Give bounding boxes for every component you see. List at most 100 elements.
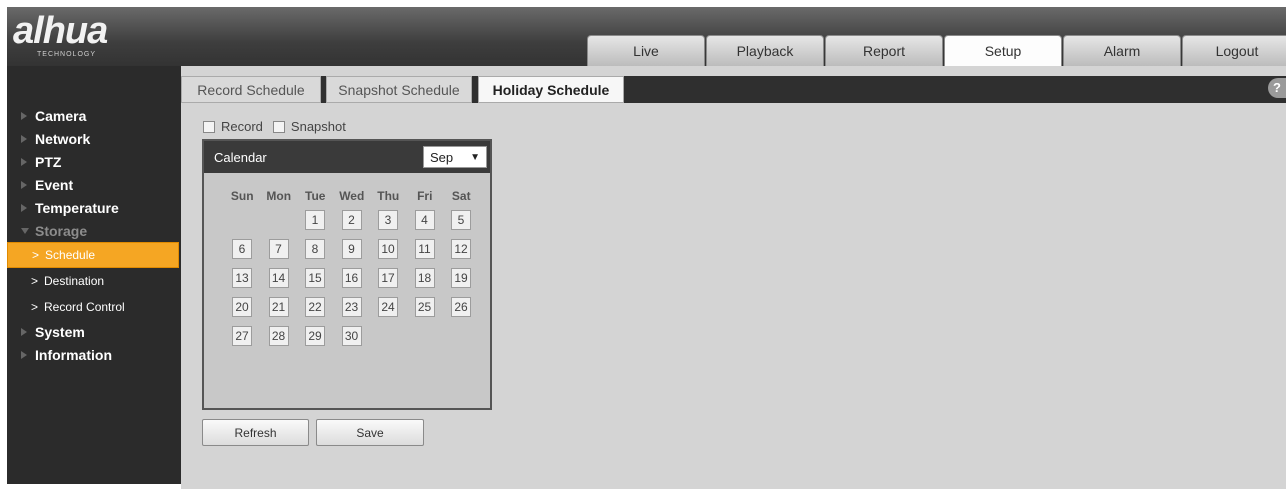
calendar-day[interactable]: 22 [305, 297, 325, 317]
expand-arrow-icon [21, 203, 27, 212]
sidebar-item-label: Event [35, 176, 74, 193]
sidebar-item-label: System [35, 323, 85, 340]
calendar-day[interactable]: 23 [341, 297, 362, 317]
weekday-label: Wed [339, 189, 365, 203]
snapshot-label: Snapshot [290, 119, 346, 134]
calendar-day[interactable]: 29 [305, 326, 325, 346]
calendar-day[interactable]: 27 [232, 326, 252, 346]
expand-arrow-icon [21, 180, 27, 189]
sidebar-item-label: PTZ [35, 153, 62, 170]
sidebar-item-temperature[interactable]: Temperature [7, 196, 181, 219]
sidebar-item-camera[interactable]: Camera [7, 104, 181, 127]
header: alhua TECHNOLOGY Live Playback Report Se… [7, 7, 1286, 66]
weekday-label: Thu [377, 189, 400, 203]
sidebar-subitem-destination[interactable]: > Destination [7, 268, 181, 294]
main-content: Record Schedule Snapshot Schedule Holida… [181, 66, 1286, 489]
weekday-label: Sun [230, 189, 254, 203]
calendar-day[interactable]: 1 [305, 210, 325, 230]
calendar-day[interactable]: 7 [268, 239, 289, 259]
calendar-day[interactable]: 5 [451, 210, 471, 230]
weekday-label: Sat [451, 189, 471, 203]
sidebar-subitem-label: Destination [44, 274, 105, 288]
month-value: Sep [430, 149, 454, 165]
calendar-day[interactable]: 8 [305, 239, 325, 259]
sidebar-item-ptz[interactable]: PTZ [7, 150, 181, 173]
calendar-day[interactable]: 3 [378, 210, 398, 230]
sidebar-item-storage[interactable]: Storage [7, 219, 181, 242]
sidebar-item-event[interactable]: Event [7, 173, 181, 196]
sidebar-subitem-label: Schedule [45, 248, 96, 262]
weekday-label: Tue [305, 189, 326, 203]
options-row: Record Snapshot [203, 119, 346, 134]
calendar-day[interactable]: 10 [378, 239, 398, 259]
chevron-right-icon: > [31, 274, 39, 288]
calendar-day[interactable]: 17 [378, 268, 398, 288]
collapse-arrow-icon [21, 227, 29, 234]
calendar: Calendar Sep ▼ Sun Mon Tue Wed Thu Fri Sat 123… [202, 139, 492, 410]
sidebar-subitem-record-control[interactable]: > Record Control [7, 294, 181, 320]
nav-tab-live[interactable]: Live [587, 35, 705, 66]
nav-tab-playback[interactable]: Playback [706, 35, 824, 66]
calendar-day[interactable]: 18 [414, 268, 435, 288]
weekday-label: Mon [266, 189, 292, 203]
sidebar-item-label: Camera [35, 107, 87, 124]
calendar-day[interactable]: 2 [341, 210, 362, 230]
calendar-day[interactable]: 26 [451, 297, 471, 317]
calendar-day[interactable]: 30 [341, 326, 362, 346]
calendar-day[interactable]: 4 [414, 210, 435, 230]
expand-arrow-icon [21, 350, 27, 359]
tab-bar: Record Schedule Snapshot Schedule Holida… [181, 76, 1286, 103]
calendar-day[interactable]: 9 [341, 239, 362, 259]
record-checkbox[interactable] [203, 120, 215, 133]
dropdown-arrow-icon: ▼ [470, 151, 480, 163]
logo-text: alhua [13, 10, 108, 52]
weekday-header: Sun Mon Tue Wed Thu Fri Sat [224, 189, 480, 203]
sidebar-item-label: Network [35, 130, 91, 147]
calendar-day[interactable]: 12 [451, 239, 471, 259]
calendar-day[interactable]: 25 [414, 297, 435, 317]
calendar-day[interactable]: 28 [268, 326, 289, 346]
tab-holiday-schedule[interactable]: Holiday Schedule [478, 76, 624, 103]
chevron-right-icon: > [32, 248, 40, 262]
calendar-title: Calendar [214, 149, 267, 165]
refresh-button[interactable]: Refresh [202, 419, 309, 446]
sidebar-item-label: Temperature [35, 199, 119, 216]
logo: alhua TECHNOLOGY [13, 10, 108, 63]
calendar-day[interactable]: 24 [378, 297, 398, 317]
calendar-day[interactable]: 11 [414, 239, 435, 259]
logo-subtext: TECHNOLOGY [37, 51, 97, 58]
calendar-day[interactable]: 21 [268, 297, 289, 317]
sidebar-subitem-schedule[interactable]: > Schedule [7, 242, 179, 268]
calendar-day[interactable]: 20 [232, 297, 252, 317]
top-nav: Live Playback Report Setup Alarm Logout [587, 35, 1286, 66]
expand-arrow-icon [21, 327, 27, 336]
nav-tab-logout[interactable]: Logout [1182, 35, 1286, 66]
sidebar-item-information[interactable]: Information [7, 343, 181, 366]
sidebar-item-label: Information [35, 346, 112, 363]
calendar-day[interactable]: 6 [232, 239, 252, 259]
calendar-day[interactable]: 15 [305, 268, 325, 288]
nav-tab-alarm[interactable]: Alarm [1063, 35, 1181, 66]
sidebar-subitem-label: Record Control [44, 300, 125, 314]
tab-record-schedule[interactable]: Record Schedule [181, 76, 321, 103]
nav-tab-report[interactable]: Report [825, 35, 943, 66]
calendar-day[interactable]: 19 [451, 268, 471, 288]
sidebar-item-network[interactable]: Network [7, 127, 181, 150]
calendar-day[interactable]: 14 [268, 268, 289, 288]
calendar-day[interactable]: 16 [341, 268, 362, 288]
save-button[interactable]: Save [316, 419, 424, 446]
sidebar-item-system[interactable]: System [7, 320, 181, 343]
expand-arrow-icon [21, 157, 27, 166]
expand-arrow-icon [21, 111, 27, 120]
snapshot-checkbox[interactable] [272, 120, 285, 133]
tab-snapshot-schedule[interactable]: Snapshot Schedule [326, 76, 472, 103]
calendar-day[interactable]: 13 [232, 268, 252, 288]
nav-tab-setup[interactable]: Setup [944, 35, 1062, 66]
help-icon[interactable]: ? [1268, 78, 1286, 98]
chevron-right-icon: > [31, 300, 39, 314]
expand-arrow-icon [21, 134, 27, 143]
month-select[interactable]: Sep ▼ [423, 146, 487, 168]
weekday-label: Fri [417, 189, 433, 203]
sidebar: Camera Network PTZ Event Temperature Sto… [7, 66, 181, 484]
record-label: Record [221, 119, 263, 134]
